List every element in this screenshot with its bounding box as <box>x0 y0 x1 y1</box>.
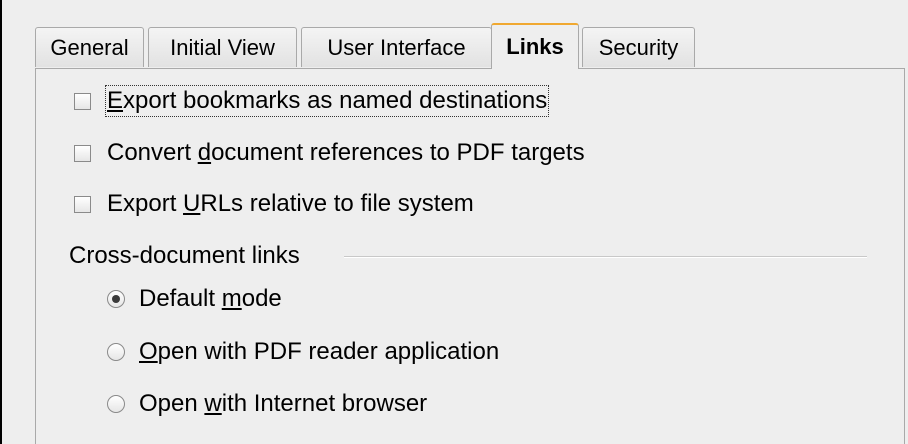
tab-links[interactable]: Links <box>491 23 579 69</box>
export-urls-relative-checkbox[interactable] <box>74 195 91 213</box>
export-bookmarks-option[interactable]: Export bookmarks as named destinations <box>74 84 550 118</box>
tab-initial-view[interactable]: Initial View <box>148 27 297 67</box>
default-mode-radio[interactable] <box>107 290 125 308</box>
links-panel: Export bookmarks as named destinations C… <box>35 68 905 444</box>
export-urls-relative-option[interactable]: Export URLs relative to file system <box>74 187 474 221</box>
open-with-pdf-reader-label: Open with PDF reader application <box>139 338 500 365</box>
open-with-internet-browser-radio[interactable] <box>107 395 125 413</box>
default-mode-option[interactable]: Default mode <box>107 282 282 316</box>
tab-general[interactable]: General <box>35 27 144 67</box>
export-bookmarks-label: Export bookmarks as named destinations <box>104 85 550 117</box>
default-mode-label: Default mode <box>139 285 282 312</box>
tab-security[interactable]: Security <box>582 27 695 67</box>
export-bookmarks-checkbox[interactable] <box>74 92 91 110</box>
open-with-internet-browser-option[interactable]: Open with Internet browser <box>107 387 427 421</box>
tab-user-interface[interactable]: User Interface <box>301 27 492 67</box>
open-with-pdf-reader-option[interactable]: Open with PDF reader application <box>107 335 499 369</box>
convert-references-checkbox[interactable] <box>74 144 91 162</box>
open-with-pdf-reader-radio[interactable] <box>107 343 125 361</box>
export-urls-relative-label: Export URLs relative to file system <box>107 190 474 217</box>
convert-references-option[interactable]: Convert document references to PDF targe… <box>74 136 585 170</box>
cross-document-links-heading: Cross-document links <box>69 242 300 269</box>
convert-references-label: Convert document references to PDF targe… <box>107 139 585 166</box>
pdf-options-dialog: General Initial View User Interface Link… <box>2 0 908 444</box>
open-with-internet-browser-label: Open with Internet browser <box>139 390 428 417</box>
group-separator <box>344 256 867 258</box>
